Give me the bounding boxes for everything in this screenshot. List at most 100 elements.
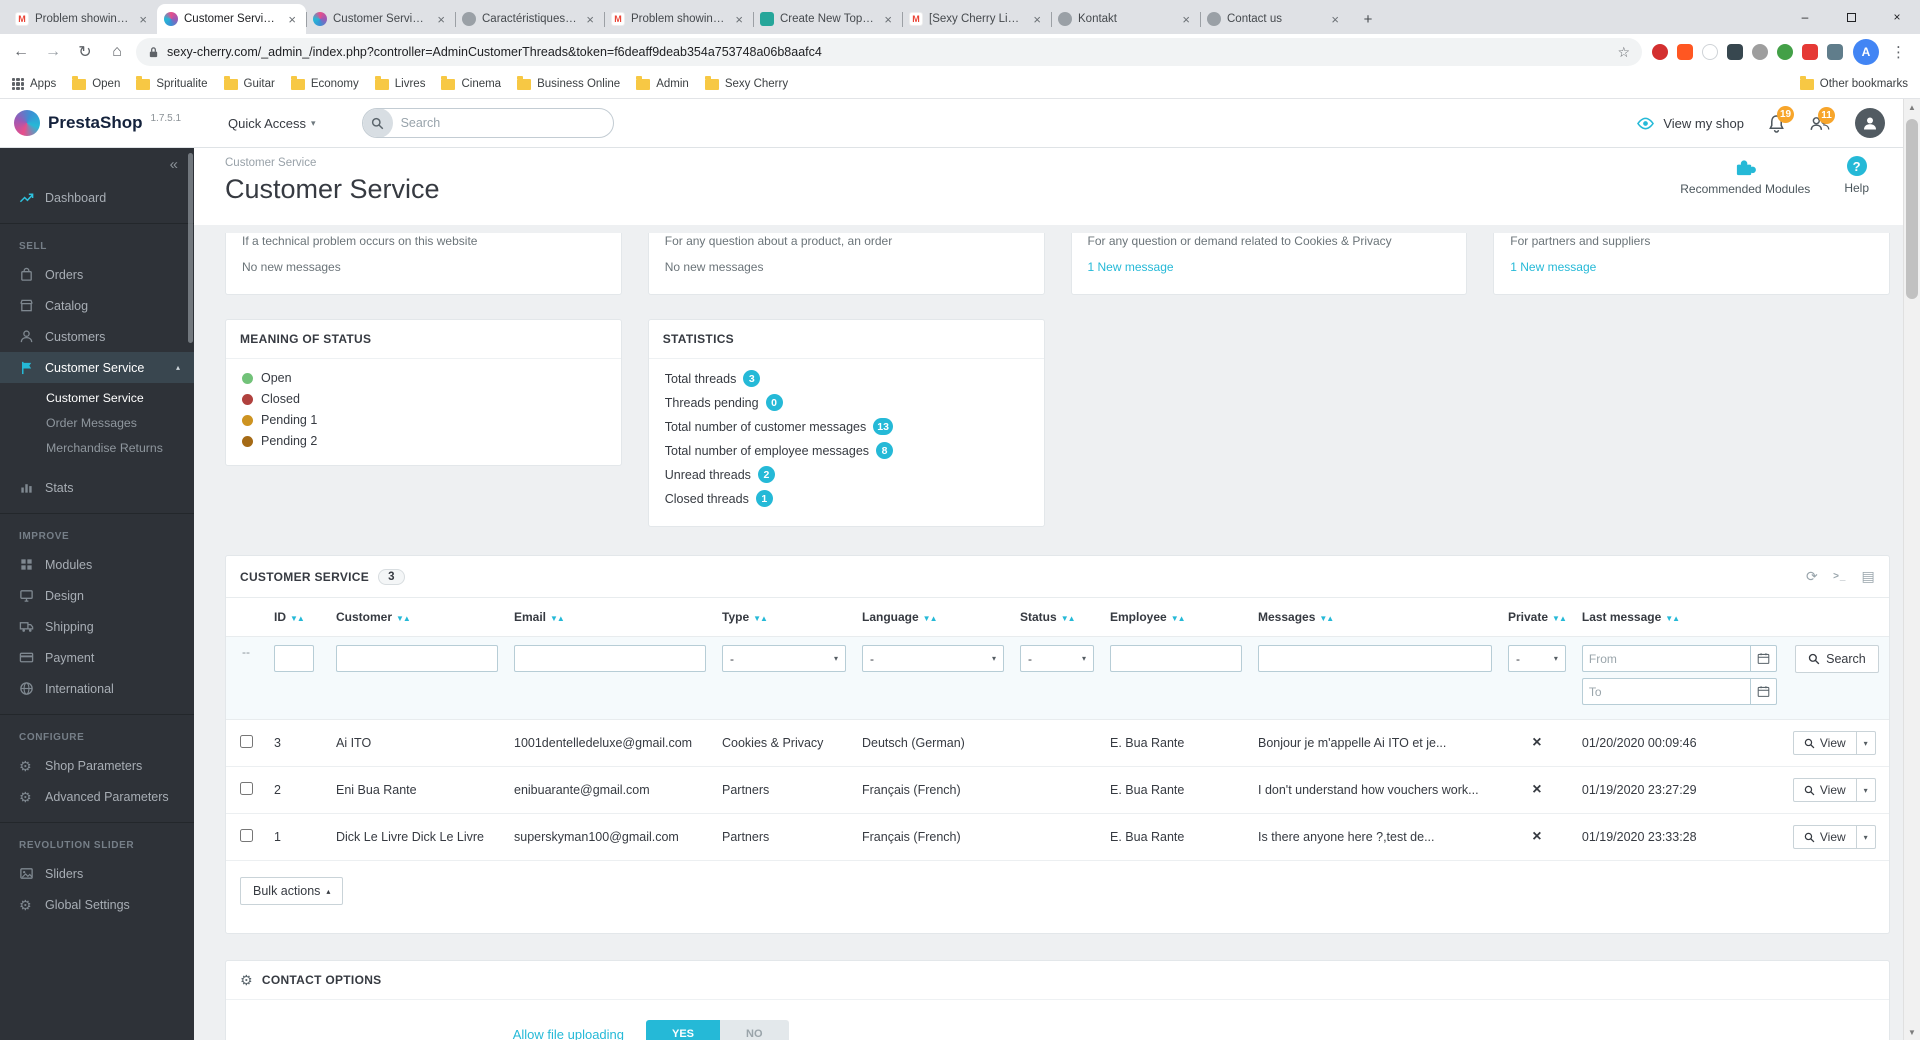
extension-icon-5[interactable] bbox=[1752, 44, 1768, 60]
home-button[interactable]: ⌂ bbox=[104, 43, 130, 61]
sidebar-subitem-order-messages[interactable]: Order Messages bbox=[0, 410, 194, 435]
sidebar-item-shop-parameters[interactable]: ⚙ Shop Parameters bbox=[0, 750, 194, 781]
bookmark-folder[interactable]: Economy bbox=[290, 75, 359, 90]
type-filter-select[interactable]: - ▾ bbox=[722, 645, 846, 672]
view-button[interactable]: View bbox=[1792, 731, 1857, 755]
community-button[interactable]: 11 bbox=[1809, 106, 1835, 132]
column-header-status[interactable]: Status ▼▲ bbox=[1012, 598, 1102, 637]
browser-profile-avatar[interactable]: A bbox=[1853, 39, 1879, 65]
extension-icon-3[interactable] bbox=[1702, 44, 1718, 60]
date-to-input[interactable] bbox=[1581, 678, 1750, 705]
column-header-employee[interactable]: Employee ▼▲ bbox=[1102, 598, 1250, 637]
browser-menu-icon[interactable]: ⋮ bbox=[1885, 43, 1912, 61]
sidebar-item-advanced-parameters[interactable]: ⚙ Advanced Parameters bbox=[0, 781, 194, 812]
sort-icon[interactable]: ▼▲ bbox=[290, 614, 305, 623]
table-row[interactable]: 1 Dick Le Livre Dick Le Livre superskyma… bbox=[226, 813, 1889, 861]
tab-close-icon[interactable]: × bbox=[732, 12, 746, 27]
view-dropdown-button[interactable]: ▾ bbox=[1855, 778, 1876, 802]
window-maximize-button[interactable] bbox=[1828, 0, 1874, 34]
tab-close-icon[interactable]: × bbox=[881, 12, 895, 27]
new-message-link[interactable]: 1 New message bbox=[1510, 260, 1873, 274]
export-icon[interactable]: ▤ bbox=[1861, 568, 1875, 585]
help-button[interactable]: ? Help bbox=[1844, 156, 1869, 196]
bookmark-folder[interactable]: Spritualite bbox=[136, 75, 208, 90]
view-button[interactable]: View bbox=[1792, 778, 1857, 802]
header-search[interactable] bbox=[361, 108, 614, 138]
sort-icon[interactable]: ▼▲ bbox=[1552, 614, 1567, 623]
sort-icon[interactable]: ▼▲ bbox=[753, 614, 768, 623]
page-scrollbar[interactable]: ▲ ▼ bbox=[1903, 99, 1920, 1040]
column-header-id[interactable]: ID ▼▲ bbox=[266, 598, 328, 637]
search-button[interactable]: Search bbox=[1795, 645, 1879, 673]
extension-icon-7[interactable] bbox=[1802, 44, 1818, 60]
extension-icon-1[interactable] bbox=[1652, 44, 1668, 60]
sidebar-item-international[interactable]: International bbox=[0, 673, 194, 704]
sidebar-item-shipping[interactable]: Shipping bbox=[0, 611, 194, 642]
column-header-customer[interactable]: Customer ▼▲ bbox=[328, 598, 506, 637]
extension-icon-2[interactable] bbox=[1677, 44, 1693, 60]
status-filter-select[interactable]: - ▾ bbox=[1020, 645, 1094, 672]
tab-close-icon[interactable]: × bbox=[1030, 12, 1044, 27]
new-message-link[interactable]: 1 New message bbox=[1088, 260, 1451, 274]
sidebar-item-dashboard[interactable]: Dashboard bbox=[0, 182, 194, 213]
forward-button[interactable]: → bbox=[40, 43, 66, 61]
quick-access-dropdown[interactable]: Quick Access ▾ bbox=[228, 116, 316, 131]
extension-icon-4[interactable] bbox=[1727, 44, 1743, 60]
site-lock-icon[interactable] bbox=[148, 46, 159, 59]
back-button[interactable]: ← bbox=[8, 43, 34, 61]
id-filter-input[interactable] bbox=[274, 645, 314, 672]
bookmark-folder[interactable]: Cinema bbox=[441, 75, 501, 90]
row-checkbox[interactable] bbox=[239, 735, 253, 748]
sidebar-item-sliders[interactable]: Sliders bbox=[0, 858, 194, 889]
sort-icon[interactable]: ▼▲ bbox=[1061, 614, 1076, 623]
tab-close-icon[interactable]: × bbox=[583, 12, 597, 27]
sort-icon[interactable]: ▼▲ bbox=[1171, 614, 1186, 623]
recommended-modules-button[interactable]: Recommended Modules bbox=[1680, 156, 1810, 196]
sidebar-subitem-merchandise-returns[interactable]: Merchandise Returns bbox=[0, 435, 194, 460]
row-checkbox[interactable] bbox=[239, 782, 253, 795]
scrollbar-thumb[interactable] bbox=[1906, 119, 1918, 299]
tab-close-icon[interactable]: × bbox=[1179, 12, 1193, 27]
bookmark-folder[interactable]: Business Online bbox=[517, 75, 620, 90]
tab-close-icon[interactable]: × bbox=[434, 12, 448, 27]
new-tab-button[interactable]: + bbox=[1355, 6, 1381, 32]
browser-tab[interactable]: Create New Topic - Pre... × bbox=[753, 4, 902, 34]
sidebar-item-payment[interactable]: Payment bbox=[0, 642, 194, 673]
browser-tab[interactable]: Kontakt × bbox=[1051, 4, 1200, 34]
table-row[interactable]: 3 Ai ITO 1001dentelledeluxe@gmail.com Co… bbox=[226, 719, 1889, 767]
sidebar-item-global-settings[interactable]: ⚙ Global Settings bbox=[0, 889, 194, 920]
extension-icon-6[interactable] bbox=[1777, 44, 1793, 60]
bookmark-star-icon[interactable]: ☆ bbox=[1617, 44, 1630, 61]
sidebar-item-customers[interactable]: Customers bbox=[0, 321, 194, 352]
browser-tab[interactable]: Caractéristiques: Gestio... × bbox=[455, 4, 604, 34]
sidebar-item-catalog[interactable]: Catalog bbox=[0, 290, 194, 321]
refresh-icon[interactable]: ⟳ bbox=[1806, 568, 1818, 585]
sidebar-item-stats[interactable]: Stats bbox=[0, 472, 194, 503]
sidebar-item-customer-service[interactable]: Customer Service ▴ bbox=[0, 352, 194, 383]
table-row[interactable]: 2 Eni Bua Rante enibuarante@gmail.com Pa… bbox=[226, 766, 1889, 814]
scroll-down-arrow-icon[interactable]: ▼ bbox=[1904, 1024, 1920, 1040]
tab-close-icon[interactable]: × bbox=[136, 12, 150, 27]
column-header-type[interactable]: Type ▼▲ bbox=[714, 598, 854, 637]
tab-close-icon[interactable]: × bbox=[285, 12, 299, 27]
user-avatar[interactable] bbox=[1855, 108, 1885, 138]
browser-tab[interactable]: M Problem showing up p... × bbox=[8, 4, 157, 34]
bulk-actions-button[interactable]: Bulk actions ▴ bbox=[240, 877, 344, 905]
email-filter-input[interactable] bbox=[514, 645, 706, 672]
notifications-button[interactable]: 19 bbox=[1768, 105, 1795, 133]
sidebar-item-modules[interactable]: Modules bbox=[0, 549, 194, 580]
employee-filter-input[interactable] bbox=[1110, 645, 1242, 672]
sort-icon[interactable]: ▼▲ bbox=[923, 614, 938, 623]
column-header-messages[interactable]: Messages ▼▲ bbox=[1250, 598, 1500, 637]
bookmark-folder[interactable]: Livres bbox=[374, 75, 425, 90]
sidebar-scrollbar[interactable] bbox=[188, 153, 193, 343]
view-my-shop-link[interactable]: View my shop bbox=[1636, 116, 1744, 131]
bookmark-folder[interactable]: Sexy Cherry bbox=[704, 75, 788, 90]
calendar-icon[interactable] bbox=[1749, 645, 1777, 672]
row-checkbox[interactable] bbox=[239, 829, 253, 842]
private-filter-select[interactable]: - ▾ bbox=[1508, 645, 1566, 672]
customer-filter-input[interactable] bbox=[336, 645, 498, 672]
sidebar-subitem-customer-service[interactable]: Customer Service bbox=[0, 385, 194, 410]
search-input[interactable] bbox=[392, 116, 613, 130]
browser-tab[interactable]: Contact us × bbox=[1200, 4, 1349, 34]
